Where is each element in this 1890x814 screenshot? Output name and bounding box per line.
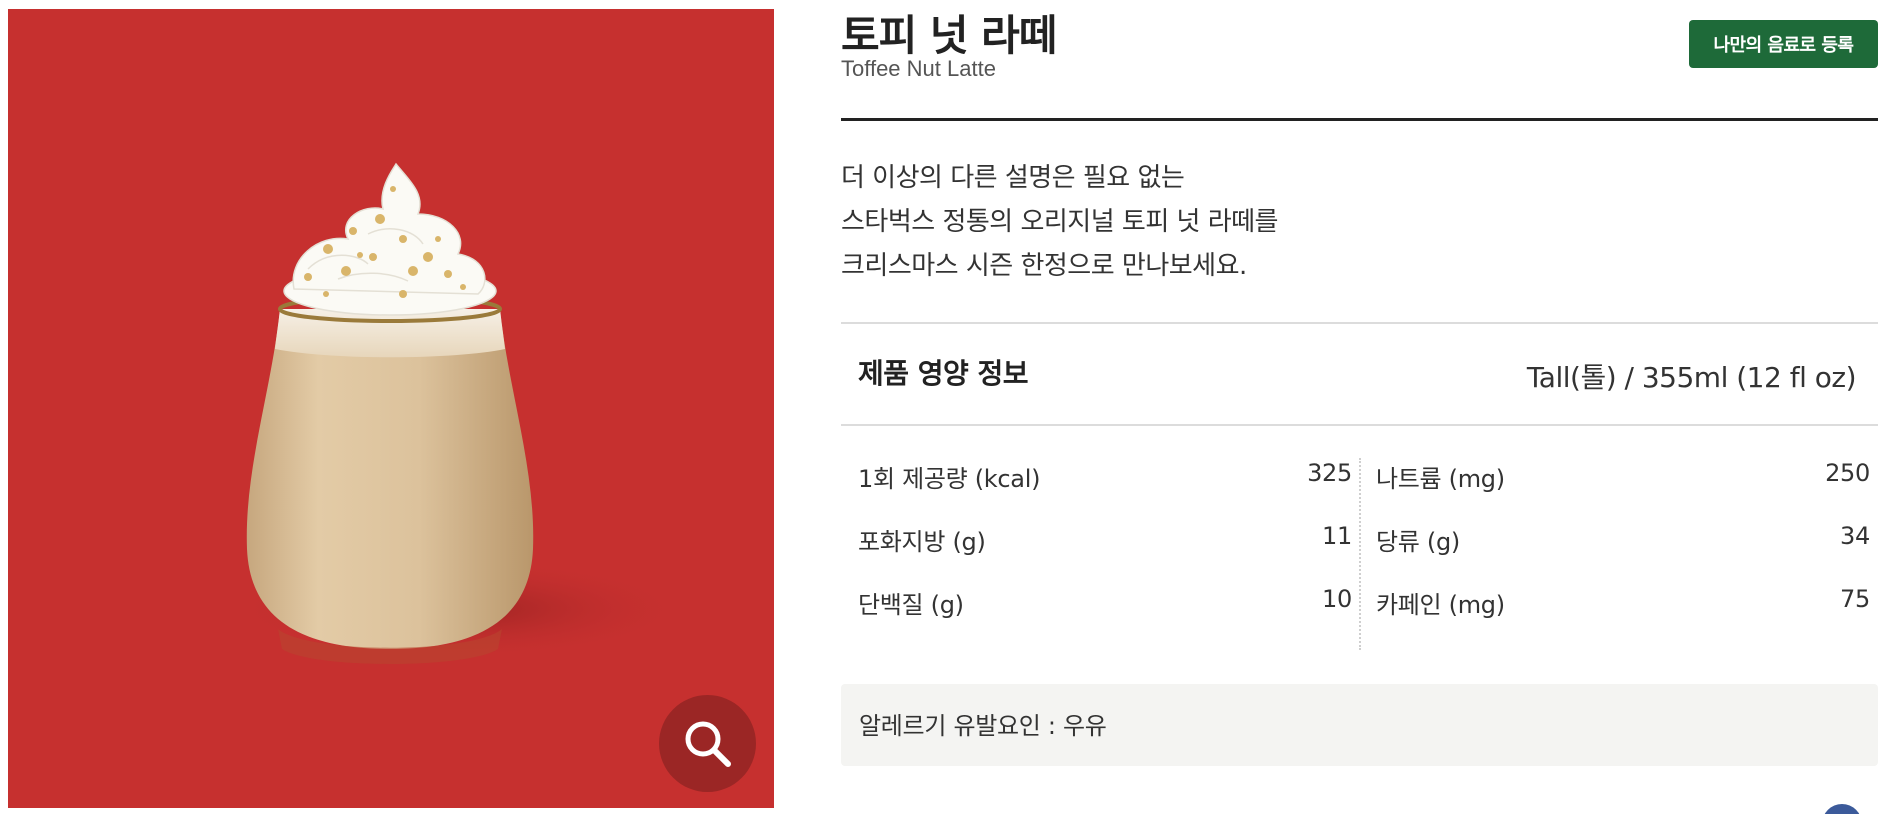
nutrition-title: 제품 영양 정보 (858, 357, 1029, 390)
allergy-text: 알레르기 유발요인 : 우유 (859, 712, 1107, 740)
register-favorite-button[interactable]: 나만의 음료로 등록 (1689, 20, 1878, 68)
nutrition-row: 단백질 (g) 10 (858, 578, 1352, 641)
nutrition-value: 34 (1840, 522, 1870, 550)
nutrition-header-divider (841, 424, 1878, 426)
allergy-info-box: 알레르기 유발요인 : 우유 (841, 684, 1878, 766)
nutrition-column-divider (1359, 458, 1361, 650)
section-divider (841, 322, 1878, 324)
nutrition-value: 250 (1825, 459, 1870, 487)
nutrition-row: 포화지방 (g) 11 (858, 515, 1352, 578)
description-line: 크리스마스 시즌 한정으로 만나보세요. (841, 251, 1247, 281)
product-title: 토피 넛 라떼 (841, 11, 1057, 60)
title-divider (841, 118, 1878, 121)
nutrition-value: 75 (1840, 585, 1870, 613)
magnifier-icon (685, 721, 731, 767)
nutrition-label: 단백질 (g) (858, 591, 964, 619)
nutrition-value: 11 (1322, 522, 1352, 550)
nutrition-label: 포화지방 (g) (858, 528, 986, 556)
description-line: 더 이상의 다른 설명은 필요 없는 (841, 163, 1185, 193)
product-info-panel: 토피 넛 라떼 Toffee Nut Latte 나만의 음료로 등록 더 이상… (841, 0, 1878, 814)
product-image-panel (8, 9, 774, 808)
product-subtitle: Toffee Nut Latte (841, 56, 996, 81)
nutrition-row: 카페인 (mg) 75 (1376, 578, 1870, 641)
nutrition-row: 1회 제공량 (kcal) 325 (858, 452, 1352, 515)
toffee-nut-latte-image (228, 162, 688, 664)
nutrition-row: 나트륨 (mg) 250 (1376, 452, 1870, 515)
nutrition-value: 325 (1307, 459, 1352, 487)
product-description: 더 이상의 다른 설명은 필요 없는 스타벅스 정통의 오리지널 토피 넛 라떼… (841, 156, 1541, 288)
nutrition-row: 당류 (g) 34 (1376, 515, 1870, 578)
zoom-button[interactable] (659, 695, 756, 792)
nutrition-label: 1회 제공량 (kcal) (858, 465, 1041, 493)
nutrition-label: 카페인 (mg) (1376, 591, 1505, 619)
product-detail-page: 토피 넛 라떼 Toffee Nut Latte 나만의 음료로 등록 더 이상… (0, 0, 1890, 814)
description-line: 스타벅스 정통의 오리지널 토피 넛 라떼를 (841, 207, 1278, 237)
nutrition-column-left: 1회 제공량 (kcal) 325 포화지방 (g) 11 단백질 (g) 10 (858, 452, 1352, 641)
nutrition-label: 나트륨 (mg) (1376, 465, 1505, 493)
serving-size: Tall(톨) / 355ml (12 fl oz) (1526, 361, 1857, 394)
nutrition-label: 당류 (g) (1376, 528, 1460, 556)
nutrition-value: 10 (1322, 585, 1352, 613)
nutrition-column-right: 나트륨 (mg) 250 당류 (g) 34 카페인 (mg) 75 (1376, 452, 1870, 641)
